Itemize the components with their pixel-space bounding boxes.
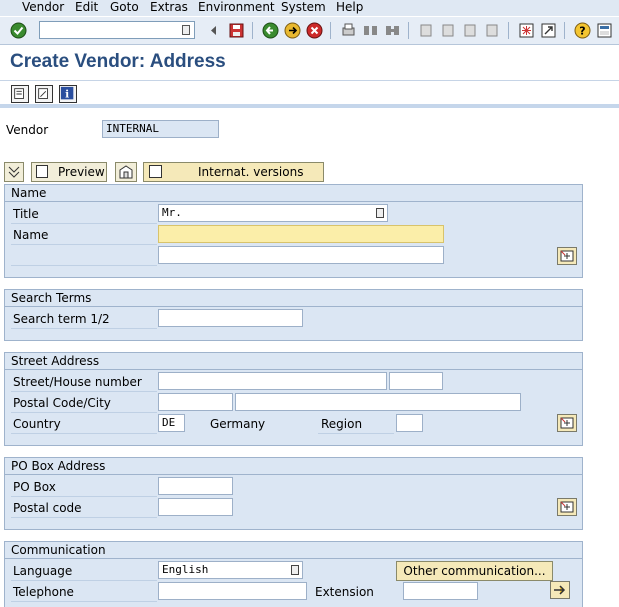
command-dropdown-icon[interactable] (182, 25, 190, 35)
display-change-icon[interactable] (35, 85, 53, 103)
telephone-more-button[interactable] (550, 581, 570, 599)
pobox-postal-label: Postal code (13, 501, 82, 515)
search-term-label: Search term 1/2 (13, 312, 110, 326)
find-icon[interactable] (362, 22, 379, 39)
title-label: Title (13, 207, 39, 221)
region-label: Region (321, 417, 363, 431)
vendor-label: Vendor (6, 123, 49, 137)
menu-extras[interactable]: Extras (150, 0, 188, 15)
more-address-button[interactable] (557, 414, 577, 432)
menu-system[interactable]: System (281, 0, 326, 15)
more-names-button[interactable] (557, 247, 577, 265)
language-label: Language (13, 564, 73, 578)
country-field[interactable]: DE (158, 414, 185, 432)
expand-fields-icon (560, 417, 574, 429)
pobox-label: PO Box (13, 480, 56, 494)
other-communication-button[interactable]: Other communication... (396, 561, 553, 581)
back-icon[interactable] (262, 22, 279, 39)
search-frame-title: Search Terms (5, 290, 98, 307)
search-term-field[interactable] (158, 309, 303, 327)
menu-edit[interactable]: Edit (75, 0, 98, 15)
help-icon[interactable]: ? (574, 22, 591, 39)
name-field-2[interactable] (158, 246, 444, 264)
house-number-field[interactable] (389, 372, 443, 390)
po-box-frame: PO Box Address PO Box Postal code (4, 457, 583, 530)
country-label: Country (13, 417, 61, 431)
preview-button[interactable]: Preview (31, 162, 107, 182)
find-next-icon[interactable] (384, 22, 401, 39)
dropdown-icon[interactable] (376, 208, 384, 218)
pobox-postal-field[interactable] (158, 498, 233, 516)
title-select[interactable]: Mr. (158, 204, 388, 222)
search-terms-frame: Search Terms Search term 1/2 (4, 289, 583, 341)
menu-vendor[interactable]: Vendor (22, 0, 64, 15)
building-button[interactable] (115, 162, 137, 182)
toolbar-divider (0, 104, 619, 108)
name-field-1[interactable] (158, 225, 444, 243)
expand-collapse-button[interactable] (4, 162, 24, 182)
double-chevron-down-icon (8, 166, 20, 178)
city-field[interactable] (235, 393, 521, 411)
svg-text:?: ? (579, 25, 585, 38)
more-pobox-button[interactable] (557, 498, 577, 516)
telephone-label: Telephone (13, 585, 74, 599)
menu-goto[interactable]: Goto (110, 0, 139, 15)
menu-environment[interactable]: Environment (198, 0, 275, 15)
pobox-frame-title: PO Box Address (5, 458, 112, 475)
dropdown-icon[interactable] (291, 565, 299, 575)
next-page-icon[interactable] (462, 22, 479, 39)
internat-versions-button[interactable]: Internat. versions (143, 162, 324, 182)
page-icon (36, 165, 48, 178)
country-name: Germany (210, 417, 266, 431)
street-frame-title: Street Address (5, 353, 106, 370)
shortcut-icon[interactable] (540, 22, 557, 39)
street-field[interactable] (158, 372, 387, 390)
command-field[interactable] (39, 21, 195, 39)
telephone-field[interactable] (158, 582, 307, 600)
last-page-icon[interactable] (484, 22, 501, 39)
communication-frame: Communication Language English Other com… (4, 541, 583, 607)
back-arrow-icon[interactable] (205, 22, 222, 39)
name-label: Name (13, 228, 49, 242)
title-bar: Create Vendor: Address (0, 46, 619, 78)
exit-icon[interactable] (284, 22, 301, 39)
building-icon (119, 165, 133, 179)
save-icon[interactable] (228, 22, 245, 39)
previous-page-icon[interactable] (440, 22, 457, 39)
svg-text:i: i (65, 88, 69, 101)
page-title: Create Vendor: Address (10, 51, 226, 72)
menu-bar: Vendor Edit Goto Extras Environment Syst… (0, 0, 619, 16)
region-field[interactable] (396, 414, 423, 432)
other-vendor-icon[interactable] (11, 85, 29, 103)
extension-label: Extension (315, 585, 374, 599)
first-page-icon[interactable] (418, 22, 435, 39)
pobox-field[interactable] (158, 477, 233, 495)
standard-toolbar: ? (0, 17, 619, 45)
arrow-right-icon (554, 585, 566, 595)
expand-fields-icon (560, 501, 574, 513)
create-session-icon[interactable] (518, 22, 535, 39)
cancel-icon[interactable] (306, 22, 323, 39)
comm-frame-title: Communication (5, 542, 112, 559)
print-icon[interactable] (340, 22, 357, 39)
street-label: Street/House number (13, 375, 142, 389)
postal-city-label: Postal Code/City (13, 396, 111, 410)
name-frame-title: Name (5, 185, 53, 202)
enter-icon[interactable] (10, 22, 27, 39)
language-select[interactable]: English (158, 561, 303, 579)
postal-code-field[interactable] (158, 393, 233, 411)
vendor-field: INTERNAL (102, 120, 219, 138)
street-address-frame: Street Address Street/House number Posta… (4, 352, 583, 446)
extension-field[interactable] (403, 582, 478, 600)
layout-menu-icon[interactable] (596, 22, 613, 39)
versions-icon (149, 165, 162, 178)
info-icon[interactable]: i (59, 85, 77, 103)
expand-fields-icon (560, 250, 574, 262)
name-frame: Name Title Mr. Name (4, 184, 583, 278)
menu-help[interactable]: Help (336, 0, 363, 15)
